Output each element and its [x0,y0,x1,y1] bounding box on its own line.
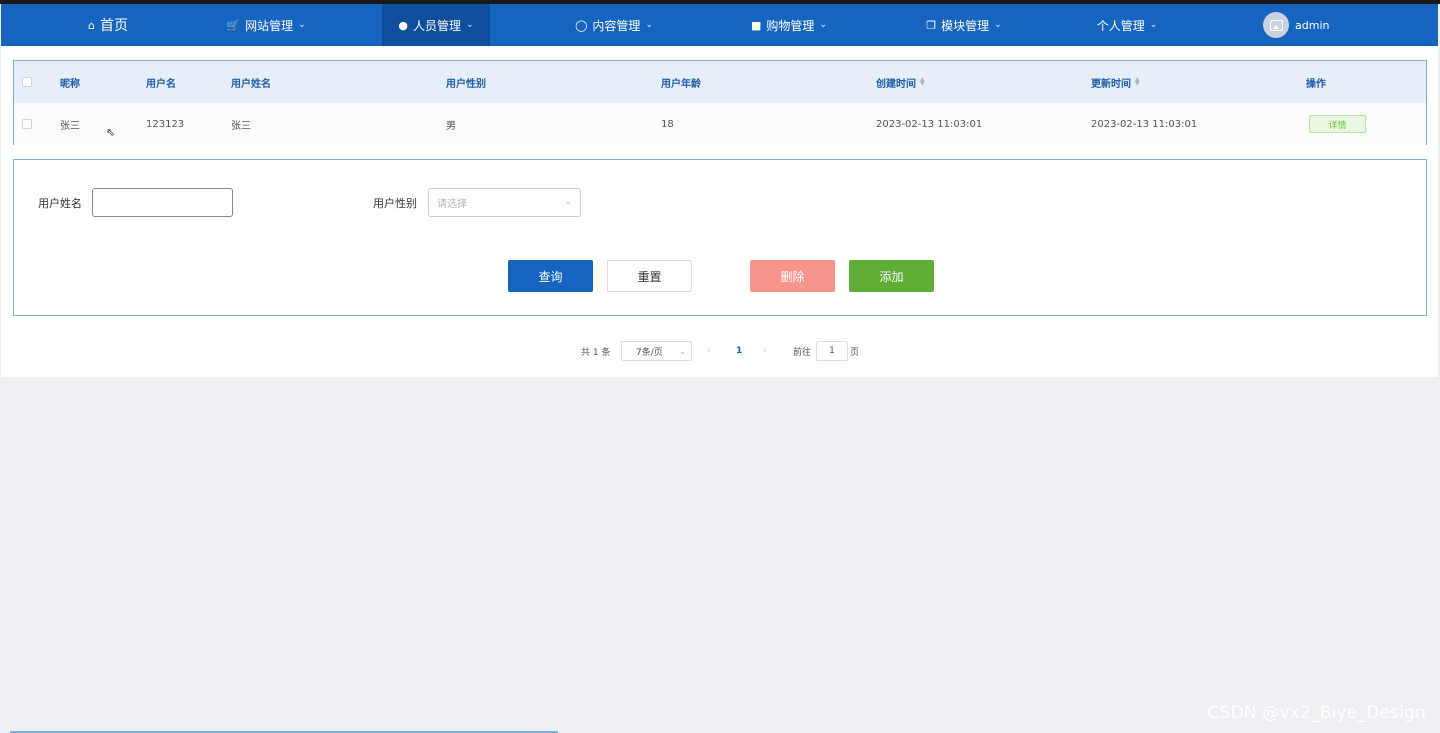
username-label: admin [1295,18,1330,32]
column-header-username: 用户名 [146,78,176,90]
nav-item-personal-management[interactable]: 个人管理 ⌄ [1067,4,1187,46]
column-header-gender: 用户性别 [446,78,486,90]
column-header-realname: 用户姓名 [231,78,271,90]
query-button[interactable]: 查询 [508,260,593,292]
mouse-cursor-icon: ⇖ [106,126,116,139]
column-header-nickname: 昵称 [60,78,80,90]
image-icon [1269,19,1283,31]
cell-realname: 张三 [231,120,251,132]
data-table: 昵称 用户名 用户姓名 用户性别 用户年龄 创建时间 ▲ ▼ 更新时间 ▲ ▼ 操作… [13,60,1427,145]
user-icon: ● [398,18,409,32]
column-header-updated[interactable]: 更新时间 ▲ ▼ [1091,61,1140,103]
detail-button[interactable]: 详情 [1309,115,1366,133]
avatar [1263,12,1289,38]
nav-item-label: 模块管理 [941,18,990,33]
sort-icon[interactable]: ▲ ▼ [1135,77,1140,87]
pagination: 共 1 条 7条/页 ⌄ ‹ 1 › 前往 1 页 [1,341,1438,363]
name-input[interactable] [92,188,233,217]
cart-icon: 🛒 [226,18,241,32]
gender-field-label: 用户性别 [373,197,417,210]
next-page-icon[interactable]: › [763,341,767,361]
chevron-down-icon: ⌄ [679,346,686,356]
reset-button[interactable]: 重置 [607,260,692,292]
cell-updated: 2023-02-13 11:03:01 [1091,118,1198,130]
chevron-down-icon: ⌄ [819,20,827,30]
user-menu[interactable]: admin [1263,4,1363,46]
nav-item-label: 首页 [99,18,128,34]
cell-action: 详情 [1309,103,1366,145]
chevron-down-icon: ⌄ [1149,20,1158,30]
nav-item-module-management[interactable]: ❐ 模块管理 ⌄ [904,4,1024,46]
column-header-action: 操作 [1306,78,1326,90]
table-header: 昵称 用户名 用户姓名 用户性别 用户年龄 创建时间 ▲ ▼ 更新时间 ▲ ▼ 操作 [14,61,1426,103]
top-navbar: ⌂ 首页 🛒 网站管理 ⌄ ● 人员管理 ⌄ ◯ 内容管理 ⌄ ■ 购物管理 ⌄… [1,4,1438,46]
pagination-total: 共 1 条 [581,347,611,358]
gender-select-placeholder: 请选择 [437,199,467,210]
chevron-down-icon: ⌄ [564,197,572,207]
chat-icon: ◯ [575,18,588,32]
home-icon: ⌂ [88,18,95,32]
add-button[interactable]: 添加 [849,260,934,292]
prev-page-icon[interactable]: ‹ [707,341,711,361]
column-header-age: 用户年龄 [661,78,701,90]
chevron-down-icon: ⌄ [994,20,1002,30]
nav-item-home[interactable]: ⌂ 首页 [63,4,153,46]
page-size-select[interactable]: 7条/页 ⌄ [621,341,692,361]
gender-select[interactable]: 请选择 ⌄ [428,188,581,217]
chevron-down-icon: ⌄ [466,20,474,30]
nav-item-label: 人员管理 [413,18,462,33]
table-row[interactable]: 张三 123123 张三 男 18 2023-02-13 11:03:01 20… [14,103,1426,145]
jump-page-input[interactable]: 1 [816,341,848,361]
watermark: CSDN @vx2_Biye_Design [1207,703,1426,723]
nav-item-label: 内容管理 [592,18,641,33]
select-all-checkbox[interactable] [22,61,32,103]
row-checkbox[interactable] [22,103,32,145]
nav-item-label: 购物管理 [766,18,815,33]
column-header-label: 更新时间 [1091,78,1131,90]
chevron-down-icon: ⌄ [298,20,306,30]
copy-icon: ❐ [926,18,937,32]
cell-username: 123123 [146,118,185,130]
jump-suffix: 页 [850,347,860,358]
page-number-current[interactable]: 1 [736,341,742,361]
main-content: 昵称 用户名 用户姓名 用户性别 用户年龄 创建时间 ▲ ▼ 更新时间 ▲ ▼ 操作… [1,46,1438,377]
cell-nickname: 张三 [60,120,80,132]
nav-item-label: 网站管理 [245,18,294,33]
jump-prefix: 前往 [793,347,812,358]
column-header-created[interactable]: 创建时间 ▲ ▼ [876,61,925,103]
bag-icon: ■ [751,18,762,32]
nav-item-content-management[interactable]: ◯ 内容管理 ⌄ [554,4,674,46]
nav-item-label: 个人管理 [1096,18,1145,33]
nav-item-site-management[interactable]: 🛒 网站管理 ⌄ [206,4,326,46]
nav-item-shopping-management[interactable]: ■ 购物管理 ⌄ [729,4,849,46]
sort-icon[interactable]: ▲ ▼ [920,77,925,87]
page-size-value: 7条/页 [636,347,663,358]
delete-button[interactable]: 删除 [750,260,835,292]
column-header-label: 创建时间 [876,78,916,90]
nav-item-staff-management[interactable]: ● 人员管理 ⌄ [382,4,490,46]
cell-gender: 男 [446,120,456,132]
search-panel: 用户姓名 用户性别 请选择 ⌄ 查询 重置 删除 添加 [13,159,1427,316]
chevron-down-icon: ⌄ [645,20,653,30]
cell-created: 2023-02-13 11:03:01 [876,118,983,130]
cell-age: 18 [661,118,674,130]
name-field-label: 用户姓名 [38,197,82,210]
